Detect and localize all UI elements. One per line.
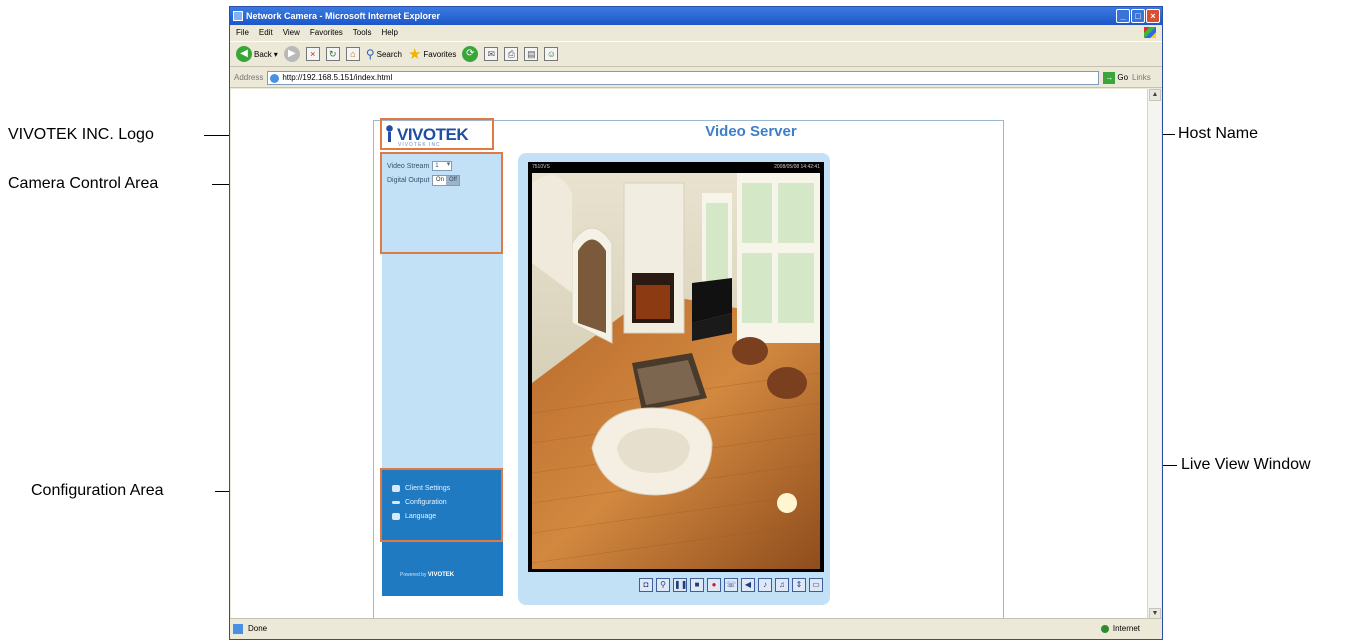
history-icon: ⟳ <box>462 46 479 62</box>
back-arrow-icon: ◀ <box>236 46 252 62</box>
address-label: Address <box>234 73 264 82</box>
stop-button[interactable]: × <box>305 44 320 64</box>
history-button[interactable]: ⟳ <box>462 44 479 64</box>
window-title: Network Camera - Microsoft Internet Expl… <box>246 11 441 21</box>
maximize-button[interactable]: □ <box>1131 9 1145 23</box>
menu-bar: File Edit View Favorites Tools Help <box>230 25 1162 40</box>
menu-tools[interactable]: Tools <box>353 25 372 40</box>
volume-icon[interactable]: ◀ <box>741 578 755 592</box>
menu-file[interactable]: File <box>236 25 249 40</box>
highlight-configuration <box>380 468 503 542</box>
windows-logo-icon <box>1144 27 1156 38</box>
edit-icon: ▤ <box>524 47 539 61</box>
address-bar: Address http://192.168.5.151/index.html … <box>230 68 1162 88</box>
go-arrow-icon: → <box>1103 71 1116 84</box>
messenger-button[interactable]: ☺ <box>544 44 559 64</box>
annotation-host-name: Host Name <box>1178 125 1259 142</box>
video-header: 7510VS 2008/05/08 14:42:41 <box>528 162 824 172</box>
edit-button[interactable]: ▤ <box>524 44 539 64</box>
close-button[interactable]: × <box>1146 9 1160 23</box>
search-icon: ⚲ <box>365 47 375 61</box>
search-button[interactable]: ⚲ Search <box>366 44 402 64</box>
annotation-camera-control: Camera Control Area <box>8 175 159 192</box>
internet-zone: Internet <box>1100 619 1140 639</box>
browser-window: Network Camera - Microsoft Internet Expl… <box>229 6 1163 640</box>
status-text: Done <box>248 624 268 633</box>
favorites-button[interactable]: ★ Favorites <box>408 44 456 64</box>
favorites-star-icon: ★ <box>407 46 422 63</box>
title-bar: Network Camera - Microsoft Internet Expl… <box>230 7 1162 25</box>
video-channel-label: 7510VS <box>532 164 550 170</box>
back-dropdown-icon: ▾ <box>273 49 278 59</box>
go-button[interactable]: → Go <box>1103 71 1129 84</box>
video-timestamp: 2008/05/08 14:42:41 <box>774 164 820 170</box>
mail-icon: ✉ <box>484 47 499 61</box>
vertical-scrollbar[interactable]: ▲ ▼ <box>1147 89 1161 620</box>
forward-arrow-icon: ▶ <box>283 46 300 62</box>
microphone-icon[interactable]: ♪ <box>758 578 772 592</box>
menu-edit[interactable]: Edit <box>259 25 273 40</box>
status-icon[interactable]: ▭ <box>809 578 823 592</box>
annotation-configuration: Configuration Area <box>31 482 164 499</box>
toolbar: ◀ Back ▾ ▶ × ↻ ⌂ ⚲ Search ★ Favorites ⟳ … <box>230 41 1162 67</box>
pause-icon[interactable]: ❚❚ <box>673 578 687 592</box>
host-name: Video Server <box>705 123 797 140</box>
browser-viewport: VIVOTEK VIVOTEK INC Video Server Video S… <box>231 89 1149 620</box>
minimize-button[interactable]: _ <box>1116 9 1130 23</box>
back-button[interactable]: ◀ Back ▾ <box>236 44 278 64</box>
living-room-image <box>532 173 820 569</box>
zoom-icon[interactable]: ⚲ <box>656 578 670 592</box>
status-bar: Done Internet <box>230 618 1162 639</box>
messenger-icon: ☺ <box>544 47 559 61</box>
speaker-icon[interactable]: ♫ <box>775 578 789 592</box>
print-button[interactable]: ⎙ <box>504 44 519 64</box>
stop-icon: × <box>305 47 320 61</box>
powered-by-brand: VIVOTEK <box>427 572 455 578</box>
video-control-toolbar: ◘ ⚲ ❚❚ ■ ● ☏ ◀ ♪ ♫ ⇕ ▭ <box>639 578 823 592</box>
highlight-logo <box>380 118 494 150</box>
highlight-camera-control <box>380 152 503 254</box>
address-input[interactable]: http://192.168.5.151/index.html <box>267 70 1100 85</box>
talk-icon[interactable]: ☏ <box>724 578 738 592</box>
favorites-label: Favorites <box>423 49 457 59</box>
page-status-icon <box>233 624 243 634</box>
back-label: Back <box>254 49 272 59</box>
search-label: Search <box>376 49 402 59</box>
live-view-window[interactable]: 7510VS 2008/05/08 14:42:41 <box>528 162 824 572</box>
powered-by-label: Powered by <box>400 572 427 578</box>
mail-button[interactable]: ✉ <box>484 44 499 64</box>
live-video-image <box>532 173 820 569</box>
annotation-logo: VIVOTEK INC. Logo <box>8 126 154 143</box>
refresh-icon: ↻ <box>325 47 340 61</box>
menu-view[interactable]: View <box>283 25 300 40</box>
menu-favorites[interactable]: Favorites <box>310 25 343 40</box>
forward-button[interactable]: ▶ <box>283 44 300 64</box>
snapshot-icon[interactable]: ◘ <box>639 578 653 592</box>
menu-help[interactable]: Help <box>381 25 397 40</box>
annotation-live-view: Live View Window <box>1181 456 1311 473</box>
refresh-button[interactable]: ↻ <box>325 44 340 64</box>
ie-icon <box>233 11 243 21</box>
home-icon: ⌂ <box>345 47 360 61</box>
record-icon[interactable]: ● <box>707 578 721 592</box>
go-label: Go <box>1117 73 1129 82</box>
links-button[interactable]: Links <box>1132 73 1151 82</box>
full-screen-icon[interactable]: ⇕ <box>792 578 806 592</box>
powered-by: Powered by VIVOTEK <box>400 572 454 578</box>
scroll-up-icon[interactable]: ▲ <box>1149 89 1161 101</box>
home-button[interactable]: ⌂ <box>345 44 360 64</box>
print-icon: ⎙ <box>504 47 519 61</box>
stop-icon[interactable]: ■ <box>690 578 704 592</box>
